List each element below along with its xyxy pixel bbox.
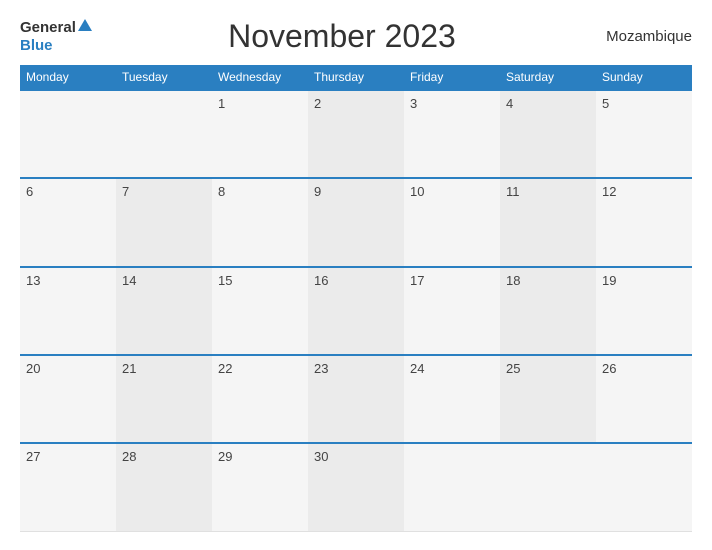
cell-w1-sat: 4 (500, 90, 596, 178)
cell-w4-thu: 23 (308, 355, 404, 443)
week-row-4: 20 21 22 23 24 25 26 (20, 355, 692, 443)
cell-w4-sun: 26 (596, 355, 692, 443)
logo-line1: General (20, 19, 92, 37)
cell-w4-tue: 21 (116, 355, 212, 443)
cell-w1-thu: 2 (308, 90, 404, 178)
cell-w5-wed: 29 (212, 443, 308, 531)
cell-w2-mon: 6 (20, 178, 116, 266)
calendar-table: Monday Tuesday Wednesday Thursday Friday… (20, 65, 692, 532)
cell-w1-tue (116, 90, 212, 178)
week-row-1: 1 2 3 4 5 (20, 90, 692, 178)
cell-w5-mon: 27 (20, 443, 116, 531)
week-row-2: 6 7 8 9 10 11 12 (20, 178, 692, 266)
header-row: Monday Tuesday Wednesday Thursday Friday… (20, 65, 692, 90)
logo-line2: Blue (20, 37, 53, 55)
cell-w2-fri: 10 (404, 178, 500, 266)
cell-w4-mon: 20 (20, 355, 116, 443)
cell-w5-fri (404, 443, 500, 531)
logo-blue-text: Blue (20, 37, 53, 54)
col-sunday: Sunday (596, 65, 692, 90)
cell-w1-fri: 3 (404, 90, 500, 178)
cell-w4-fri: 24 (404, 355, 500, 443)
cell-w2-wed: 8 (212, 178, 308, 266)
cell-w2-sun: 12 (596, 178, 692, 266)
cell-w5-thu: 30 (308, 443, 404, 531)
cell-w3-tue: 14 (116, 267, 212, 355)
week-row-3: 13 14 15 16 17 18 19 (20, 267, 692, 355)
col-monday: Monday (20, 65, 116, 90)
cell-w5-sun (596, 443, 692, 531)
page: General Blue November 2023 Mozambique Mo… (0, 0, 712, 550)
logo-triangle-icon (78, 19, 92, 31)
cell-w2-sat: 11 (500, 178, 596, 266)
cell-w1-mon (20, 90, 116, 178)
cell-w2-thu: 9 (308, 178, 404, 266)
country-label: Mozambique (592, 28, 692, 45)
calendar-body: 1 2 3 4 5 6 7 8 9 10 11 12 (20, 90, 692, 532)
cell-w5-tue: 28 (116, 443, 212, 531)
cell-w3-sat: 18 (500, 267, 596, 355)
cell-w1-wed: 1 (212, 90, 308, 178)
logo: General Blue (20, 19, 92, 55)
cell-w1-sun: 5 (596, 90, 692, 178)
cell-w4-sat: 25 (500, 355, 596, 443)
col-saturday: Saturday (500, 65, 596, 90)
cell-w3-mon: 13 (20, 267, 116, 355)
cell-w4-wed: 22 (212, 355, 308, 443)
cell-w3-sun: 19 (596, 267, 692, 355)
col-tuesday: Tuesday (116, 65, 212, 90)
cell-w3-thu: 16 (308, 267, 404, 355)
col-friday: Friday (404, 65, 500, 90)
cell-w5-sat (500, 443, 596, 531)
header: General Blue November 2023 Mozambique (20, 18, 692, 55)
col-wednesday: Wednesday (212, 65, 308, 90)
cell-w3-wed: 15 (212, 267, 308, 355)
cell-w2-tue: 7 (116, 178, 212, 266)
calendar: Monday Tuesday Wednesday Thursday Friday… (20, 65, 692, 532)
logo-general-text: General (20, 19, 76, 36)
col-thursday: Thursday (308, 65, 404, 90)
cell-w3-fri: 17 (404, 267, 500, 355)
calendar-title: November 2023 (92, 18, 592, 55)
week-row-5: 27 28 29 30 (20, 443, 692, 531)
